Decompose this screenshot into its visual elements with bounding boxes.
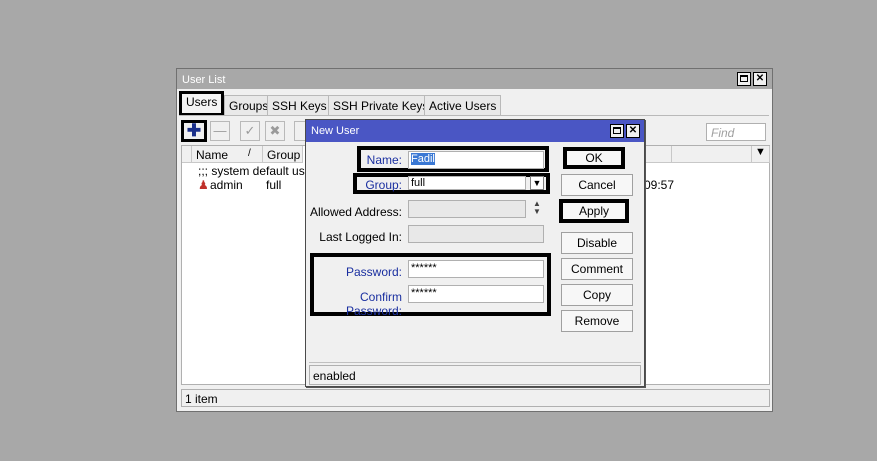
comment-button[interactable]: Comment [561, 258, 633, 280]
remove-button[interactable]: — [210, 121, 230, 141]
remove-button[interactable]: Remove [561, 310, 633, 332]
group-label: Group: [365, 178, 402, 192]
user-name-cell: admin [210, 178, 243, 192]
column-name-label: Name [196, 148, 229, 162]
user-group-cell: full [266, 178, 282, 192]
password-label: Password: [345, 265, 402, 279]
close-button[interactable]: ✕ [753, 72, 767, 86]
tab-groups[interactable]: Groups [224, 95, 274, 115]
admin-user-icon: ♟ [198, 178, 209, 192]
maximize-button[interactable] [737, 72, 751, 86]
column-header-group[interactable]: Group [263, 146, 303, 163]
copy-button[interactable]: Copy [561, 284, 633, 306]
confirm-password-label: Confirm Password: [345, 290, 402, 318]
dialog-status-bar: enabled [309, 365, 641, 385]
spinner-icon[interactable]: ▲ ▼ [531, 200, 543, 218]
user-list-title: User List [177, 69, 772, 89]
new-user-title: New User [306, 120, 644, 142]
group-select[interactable]: full [408, 176, 526, 190]
name-label: Name: [366, 153, 402, 167]
column-header-name[interactable]: Name / [192, 146, 263, 163]
enable-button[interactable]: ✓ [240, 121, 260, 141]
cancel-button[interactable]: Cancel [561, 174, 633, 196]
password-input[interactable]: ****** [408, 260, 544, 278]
status-bar: 1 item [181, 389, 770, 407]
new-user-dialog: New User ✕ Name: Fadil Group: full ▼ All… [305, 119, 645, 387]
last-logged-cell: 09:57 [644, 178, 675, 192]
add-icon: ✚ [186, 121, 202, 140]
tab-users[interactable]: Users [179, 91, 225, 116]
ok-button[interactable]: OK [563, 147, 625, 169]
dialog-divider [309, 362, 641, 363]
group-dropdown-button[interactable]: ▼ [530, 176, 544, 190]
add-button[interactable]: ✚ [181, 120, 207, 142]
enable-icon: ✓ [244, 123, 256, 138]
maximize-icon [740, 75, 748, 82]
column-header-last-logged[interactable] [642, 146, 672, 163]
disable-button[interactable]: Disable [561, 232, 633, 254]
group-value: full [411, 177, 426, 189]
name-input[interactable]: Fadil [408, 151, 544, 169]
tab-ssh-keys[interactable]: SSH Keys [267, 95, 332, 115]
last-logged-input [408, 225, 544, 243]
tab-ssh-private-keys[interactable]: SSH Private Keys [328, 95, 434, 115]
allowed-address-label: Allowed Address: [309, 205, 402, 219]
last-logged-label: Last Logged In: [319, 230, 402, 244]
maximize-icon [613, 127, 621, 134]
allowed-address-input[interactable] [408, 200, 526, 218]
disable-icon: ✖ [269, 123, 281, 138]
find-input[interactable]: Find [706, 123, 766, 141]
close-button[interactable]: ✕ [626, 124, 640, 138]
maximize-button[interactable] [610, 124, 624, 138]
columns-dropdown-button[interactable]: ▼ [752, 146, 770, 163]
sort-indicator: / [248, 148, 251, 159]
apply-button[interactable]: Apply [559, 199, 629, 223]
tab-active-users[interactable]: Active Users [424, 95, 502, 115]
comment-row[interactable]: ;;; system default user [198, 164, 315, 179]
dropdown-arrow-icon: ▼ [532, 178, 542, 188]
confirm-password-input[interactable]: ****** [408, 285, 544, 303]
disable-button[interactable]: ✖ [265, 121, 285, 141]
tab-divider [179, 115, 769, 116]
column-header-extra[interactable] [672, 146, 752, 163]
column-header-spacer [182, 146, 192, 163]
name-value: Fadil [411, 153, 435, 165]
remove-icon: — [213, 123, 227, 138]
